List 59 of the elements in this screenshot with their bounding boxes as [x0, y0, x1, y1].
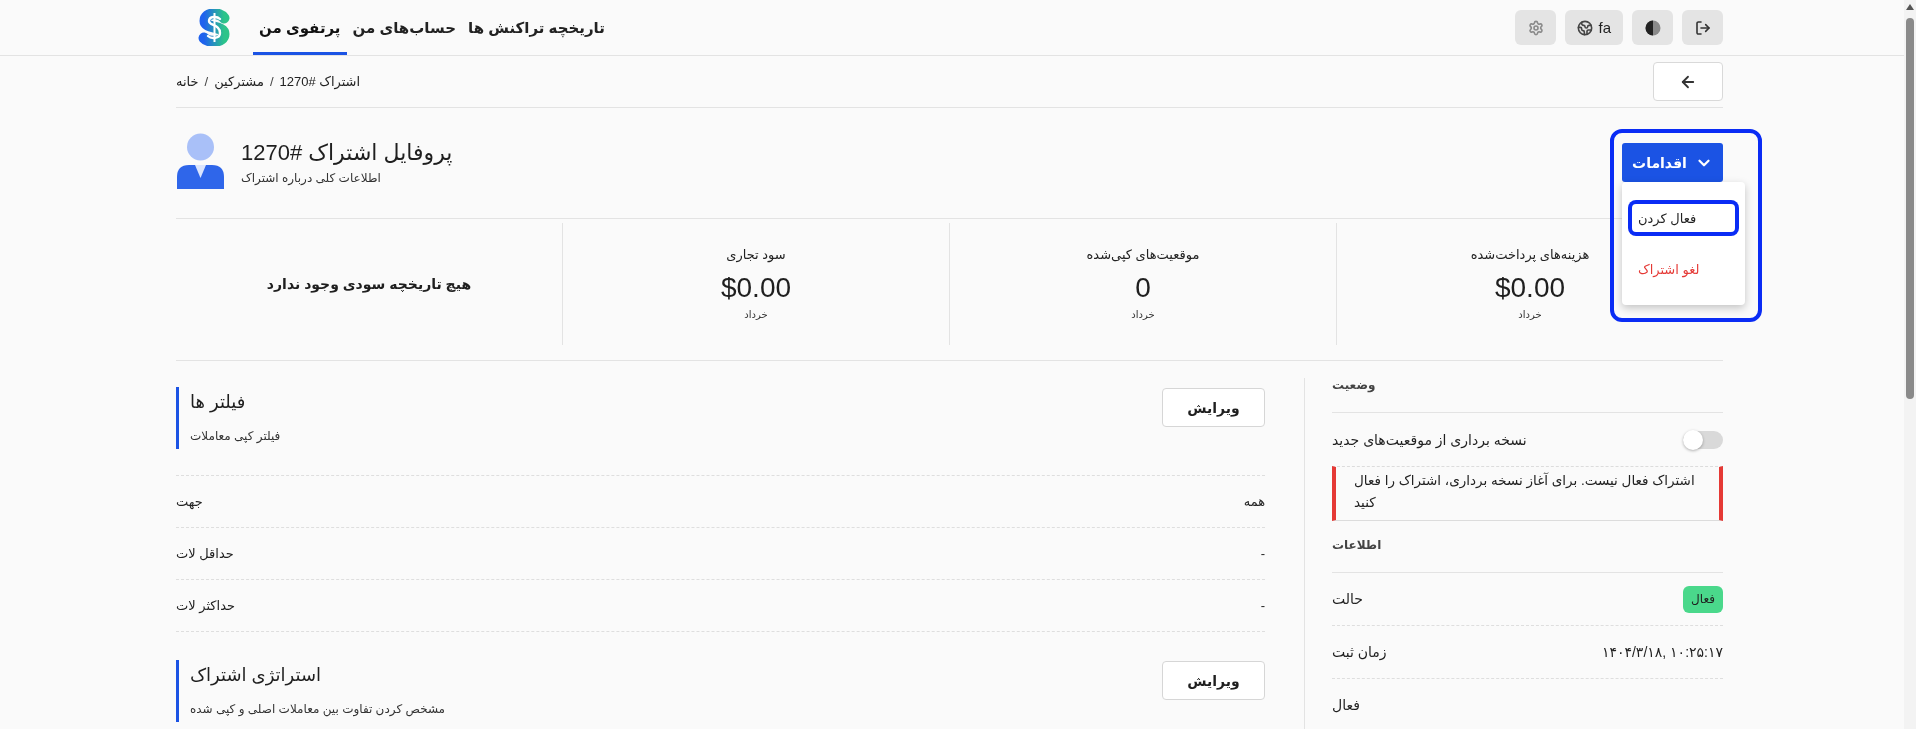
field-value: همه [1243, 494, 1265, 509]
page-subtitle: اطلاعات کلی درباره اشتراک [241, 171, 381, 185]
actions-button[interactable]: اقدامات [1622, 143, 1723, 182]
field-label: حداکثر لات [176, 598, 236, 613]
panel-heading: وضعیت [1332, 378, 1376, 392]
stat-period: خرداد [1518, 309, 1542, 321]
status-badge: فعال [1683, 585, 1723, 613]
breadcrumb-separator: / [269, 74, 274, 89]
nav-tab[interactable]: پرتفوی من [253, 0, 347, 55]
breadcrumb-link[interactable]: مشترکین [214, 74, 264, 89]
section-title: فیلتر ها [190, 391, 246, 413]
scroll-up-arrow-icon[interactable] [1906, 4, 1914, 10]
settings-button[interactable] [1515, 10, 1557, 45]
language-button[interactable]: fa [1565, 10, 1623, 45]
breadcrumb-link[interactable]: خانه [176, 74, 199, 89]
edit-button[interactable]: ویرایش [1162, 661, 1265, 700]
contrast-icon [1644, 19, 1661, 36]
settings-icon [1528, 19, 1544, 36]
field-label: جهت [176, 494, 203, 509]
nav-tab[interactable]: تاریخچه تراکنش ها [462, 0, 611, 55]
stat-label: هزینه‌های پرداخت‌شده [1470, 247, 1590, 263]
empty-message: هیچ تاریخچه سودی وجود ندارد [266, 276, 472, 292]
logo [198, 9, 231, 46]
section-subtitle: مشخص کردن تفاوت بین معاملات اصلی و کپی شده [190, 702, 446, 716]
menu-item[interactable]: لغو اشتراک [1628, 251, 1739, 287]
nav-tab[interactable]: حساب‌های من [346, 0, 462, 55]
theme-button[interactable] [1632, 10, 1673, 45]
breadcrumb-current: اشتراک #1270 [279, 74, 361, 89]
stat-period: خرداد [1131, 309, 1155, 321]
field-value: - [1260, 546, 1265, 561]
page-title: پروفایل اشتراک #1270 [241, 139, 453, 167]
accent-bar [176, 387, 179, 449]
globe-icon [1577, 19, 1594, 36]
stat-value: $0.00 [720, 272, 792, 304]
accent-bar [176, 660, 179, 722]
alert-message: اشتراک فعال نیست. برای آغاز نسخه برداری، اشتراک را فعال کنید [1332, 466, 1723, 521]
toggle-label: نسخه برداری از موقعیت‌های جدید [1332, 431, 1527, 448]
stat-label: موقعیت‌های کپی‌شده [1086, 247, 1200, 263]
logout-button[interactable] [1682, 10, 1723, 45]
panel-heading: اطلاعات [1332, 538, 1382, 552]
toggle-switch[interactable] [1683, 430, 1723, 449]
edit-button[interactable]: ویرایش [1162, 388, 1265, 427]
field-value: - [1260, 598, 1265, 613]
info-value: ۱۴۰۴/۳/۱۸, ۱۰:۲۵:۱۷ [1601, 644, 1723, 660]
info-label: زمان ثبت [1332, 644, 1387, 660]
stat-period: خرداد [744, 309, 768, 321]
avatar-icon [176, 133, 225, 189]
menu-item[interactable]: فعال کردن [1628, 200, 1739, 236]
breadcrumb-separator: / [204, 74, 209, 89]
stat-value: $0.00 [1494, 272, 1566, 304]
scrollbar-thumb[interactable] [1906, 18, 1914, 399]
info-label: حالت [1332, 591, 1363, 607]
info-label: فعال [1332, 697, 1360, 713]
stat-label: سود تجاری [726, 247, 786, 263]
field-label: حداقل لات [176, 546, 234, 561]
logout-icon [1694, 19, 1711, 36]
section-subtitle: فیلتر کپی معاملات [190, 429, 281, 443]
section-title: استراتژی اشتراک [190, 664, 322, 686]
stat-value: 0 [1135, 272, 1151, 304]
